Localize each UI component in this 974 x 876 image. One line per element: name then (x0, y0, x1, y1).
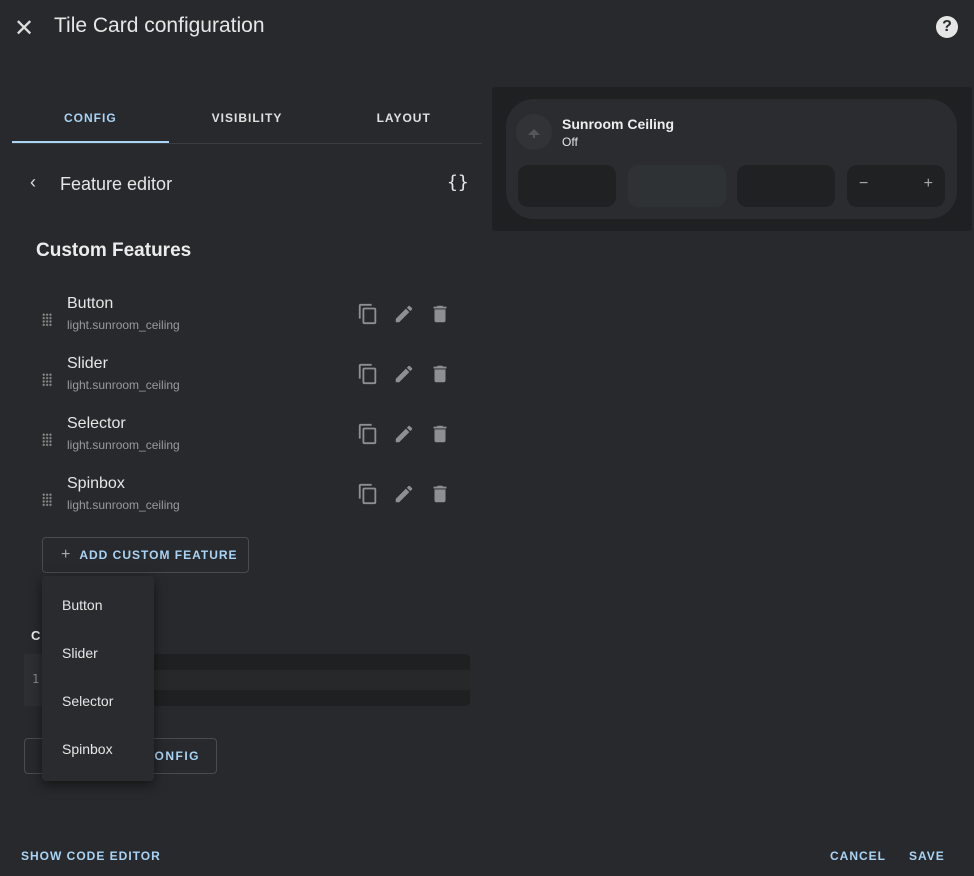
tab-layout[interactable]: LAYOUT (325, 100, 482, 143)
feature-name: Spinbox (67, 475, 125, 492)
cancel-button[interactable]: CANCEL (830, 849, 886, 863)
dialog-title: Tile Card configuration (54, 14, 265, 37)
tile-card[interactable]: Sunroom Ceiling Off − + (506, 99, 957, 219)
code-braces-icon[interactable]: {} (447, 172, 469, 193)
back-chevron-icon[interactable]: ‹ (30, 172, 36, 193)
tab-bar: CONFIG VISIBILITY LAYOUT (12, 100, 482, 144)
help-icon[interactable]: ? (936, 16, 958, 38)
minus-button[interactable]: − (859, 175, 868, 193)
delete-icon[interactable] (429, 423, 451, 445)
add-label: ADD CUSTOM FEATURE (79, 548, 238, 562)
card-preview: Sunroom Ceiling Off − + (492, 87, 972, 231)
edit-icon[interactable] (393, 363, 415, 385)
plus-icon: + (61, 546, 72, 563)
delete-icon[interactable] (429, 363, 451, 385)
menu-item-selector[interactable]: Selector (62, 693, 113, 709)
feature-name: Button (67, 295, 114, 312)
code-heading: C (31, 628, 41, 643)
edit-icon[interactable] (393, 483, 415, 505)
duplicate-icon[interactable] (357, 423, 379, 445)
menu-item-slider[interactable]: Slider (62, 645, 98, 661)
tab-visibility[interactable]: VISIBILITY (169, 100, 326, 143)
drag-handle-icon[interactable] (42, 373, 52, 387)
feature-editor-title: Feature editor (60, 174, 173, 194)
save-button[interactable]: SAVE (909, 849, 945, 863)
add-custom-feature-button[interactable]: + ADD CUSTOM FEATURE (42, 537, 249, 573)
menu-item-spinbox[interactable]: Spinbox (62, 741, 113, 757)
feature-entity: light.sunroom_ceiling (67, 378, 180, 392)
drag-handle-icon[interactable] (42, 433, 52, 447)
feature-row: Spinbox light.sunroom_ceiling (36, 475, 456, 525)
drag-handle-icon[interactable] (42, 493, 52, 507)
tab-config[interactable]: CONFIG (12, 100, 169, 143)
show-code-editor-button[interactable]: SHOW CODE EDITOR (21, 849, 161, 863)
feature-row: Button light.sunroom_ceiling (36, 295, 456, 345)
feature-spinbox[interactable]: − + (847, 165, 945, 207)
edit-icon[interactable] (393, 423, 415, 445)
feature-entity: light.sunroom_ceiling (67, 318, 180, 332)
feature-slider[interactable] (628, 165, 726, 207)
feature-name: Selector (67, 415, 126, 432)
entity-state: Off (562, 135, 578, 149)
duplicate-icon[interactable] (357, 483, 379, 505)
feature-button[interactable] (518, 165, 616, 207)
close-icon[interactable]: ✕ (14, 14, 34, 43)
ceiling-light-icon[interactable] (516, 114, 552, 150)
plus-button[interactable]: + (924, 175, 933, 193)
menu-item-button[interactable]: Button (62, 597, 102, 613)
edit-icon[interactable] (393, 303, 415, 325)
duplicate-icon[interactable] (357, 303, 379, 325)
feature-type-menu: Button Slider Selector Spinbox (42, 576, 154, 781)
duplicate-icon[interactable] (357, 363, 379, 385)
feature-row: Selector light.sunroom_ceiling (36, 415, 456, 465)
feature-selector[interactable] (737, 165, 835, 207)
feature-name: Slider (67, 355, 108, 372)
delete-icon[interactable] (429, 483, 451, 505)
feature-row: Slider light.sunroom_ceiling (36, 355, 456, 405)
entity-name: Sunroom Ceiling (562, 116, 674, 132)
custom-features-heading: Custom Features (36, 240, 192, 261)
feature-entity: light.sunroom_ceiling (67, 498, 180, 512)
delete-icon[interactable] (429, 303, 451, 325)
drag-handle-icon[interactable] (42, 313, 52, 327)
feature-entity: light.sunroom_ceiling (67, 438, 180, 452)
